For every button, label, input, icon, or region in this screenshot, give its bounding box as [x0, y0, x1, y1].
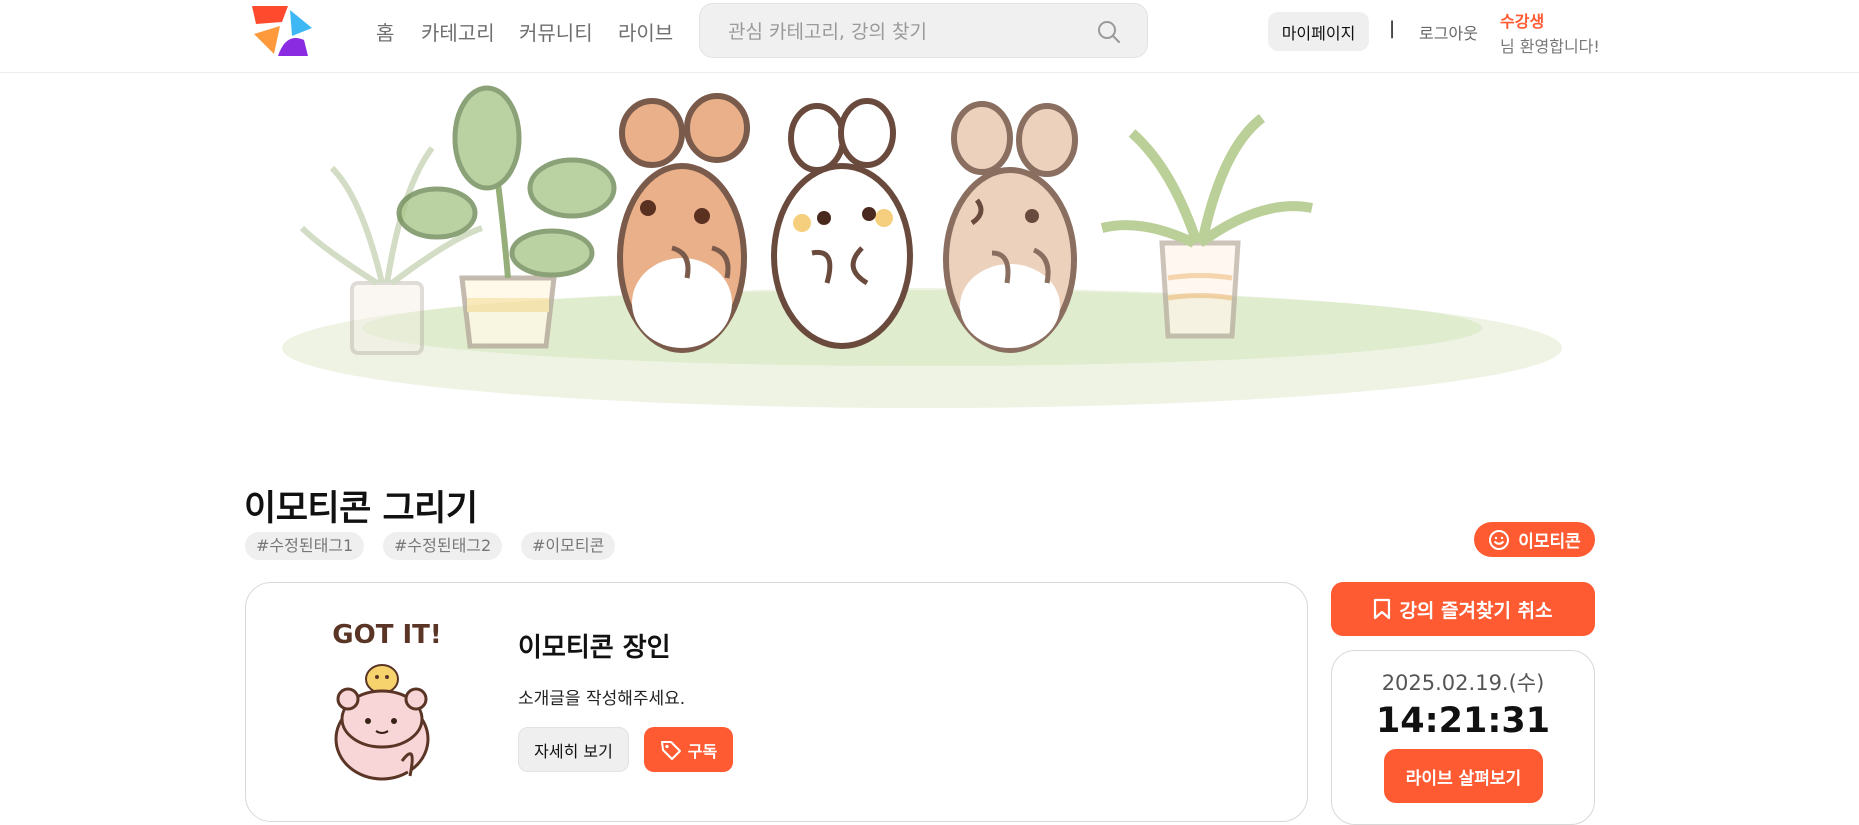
header-divider: |	[1389, 18, 1396, 39]
subscribe-button[interactable]: 구독	[644, 727, 733, 772]
detail-button[interactable]: 자세히 보기	[518, 727, 629, 772]
course-title: 이모티콘 그리기	[244, 489, 478, 529]
instructor-name: 이모티콘 장인	[518, 633, 671, 663]
subscribe-label: 구독	[687, 741, 718, 761]
live-info-card: 2025.02.19.(수) 14:21:31 라이브 살펴보기	[1331, 650, 1595, 825]
instructor-avatar: GOT IT!	[332, 620, 442, 781]
search-input[interactable]	[726, 4, 1090, 59]
logout-link[interactable]: 로그아웃	[1419, 20, 1478, 44]
nav-category[interactable]: 카테고리	[421, 17, 495, 46]
bookmark-icon	[1374, 598, 1391, 620]
tag-chip[interactable]: #수정된태그2	[383, 532, 503, 560]
logo[interactable]	[252, 4, 316, 56]
nav-home[interactable]: 홈	[376, 17, 394, 46]
instructor-card: GOT IT! 이모티콘 장인 소개글을 작성해주세요. 자세히 보기 구독	[245, 582, 1308, 822]
category-label: 이모티콘	[1518, 532, 1581, 552]
user-role: 수강생	[1500, 12, 1545, 31]
favorite-label: 강의 즐겨찾기 취소	[1399, 599, 1553, 622]
tag-icon	[660, 740, 681, 760]
course-banner-image	[282, 85, 1562, 408]
user-greeting: 님 환영합니다!	[1500, 37, 1600, 56]
avatar-caption: GOT IT!	[332, 620, 442, 650]
nav-community[interactable]: 커뮤니티	[519, 17, 593, 46]
unfavorite-course-button[interactable]: 강의 즐겨찾기 취소	[1331, 582, 1595, 636]
live-time: 14:21:31	[1375, 701, 1551, 741]
view-live-button[interactable]: 라이브 살펴보기	[1384, 749, 1543, 803]
category-badge[interactable]: 이모티콘	[1474, 522, 1595, 557]
search-icon[interactable]	[1097, 20, 1121, 44]
top-header: 홈 카테고리 커뮤니티 라이브 마이페이지 | 로그아웃 수강생 님 환영합니다…	[0, 0, 1859, 73]
live-date: 2025.02.19.(수)	[1381, 671, 1545, 695]
search-bar	[699, 3, 1148, 59]
mypage-button[interactable]: 마이페이지	[1268, 12, 1369, 51]
tag-chip[interactable]: #수정된태그1	[245, 532, 365, 560]
smile-icon	[1489, 529, 1510, 550]
nav-live[interactable]: 라이브	[618, 17, 673, 46]
tag-chip[interactable]: #이모티콘	[521, 532, 616, 560]
instructor-intro: 소개글을 작성해주세요.	[518, 689, 686, 709]
